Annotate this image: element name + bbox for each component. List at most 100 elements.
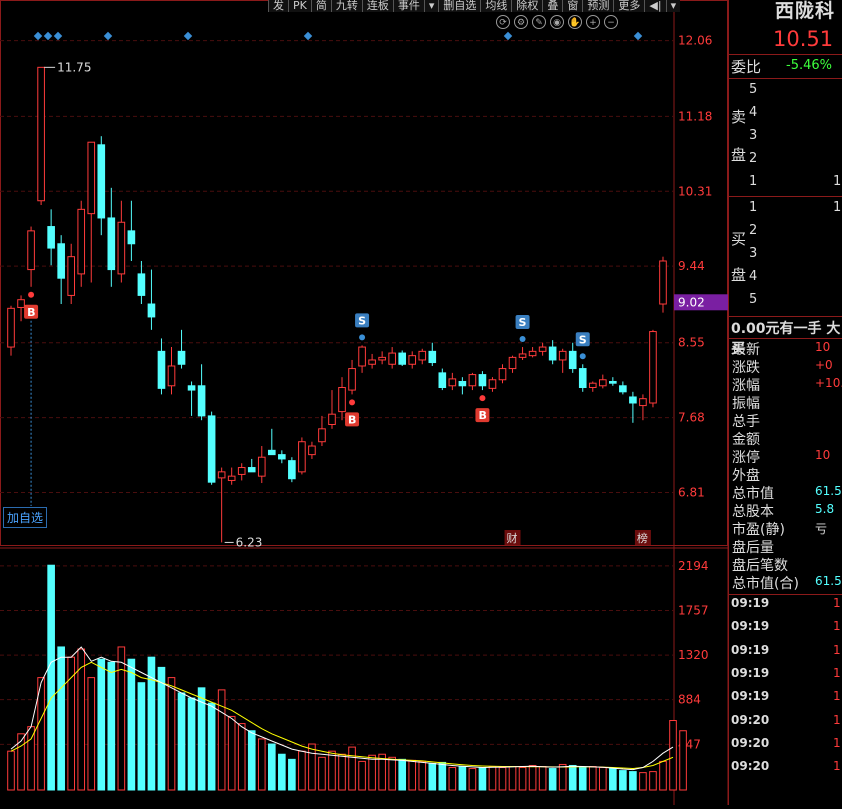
volume-bar-down <box>458 766 467 791</box>
volume-bar-up <box>318 756 326 791</box>
toolbar-button[interactable]: 叠 <box>542 0 563 12</box>
toolbar-button[interactable]: 事件 <box>392 0 424 12</box>
volume-bar-down <box>247 730 256 791</box>
volume-bar-up <box>679 730 687 791</box>
candle-up <box>528 350 537 357</box>
toolbar-button[interactable]: 连板 <box>361 0 393 12</box>
buy-badge-label: B <box>27 306 35 319</box>
kline-chart-area[interactable]: 12.06 11.18 10.31 9.44 8.55 7.68 6.81 9.02 2194 1… <box>0 0 729 805</box>
volume-bar-down <box>187 697 196 791</box>
candle-down <box>267 449 276 456</box>
event-tag-label: 榜 <box>637 531 648 545</box>
eye-icon[interactable]: ◉ <box>550 15 564 29</box>
volume-bar-down <box>157 666 166 791</box>
candle-down <box>247 467 256 473</box>
draw-icon[interactable]: ✎ <box>532 15 546 29</box>
sell-level: 1 <box>749 174 758 189</box>
candle-up <box>117 221 126 275</box>
weibi-label: 委比 <box>731 58 762 76</box>
event-diamond-icon <box>303 31 313 41</box>
price-tick-label: 11.18 <box>678 109 712 123</box>
toolbar-button[interactable]: ▾ <box>423 0 439 12</box>
toolbar-button[interactable]: 除权 <box>511 0 543 12</box>
tick-time: 09:19 <box>731 596 770 610</box>
volume-bar-down <box>609 768 617 791</box>
stat-value: +0 <box>815 358 833 372</box>
candle-up <box>67 256 76 296</box>
toolbar-button[interactable]: 预测 <box>582 0 614 12</box>
minus-icon[interactable]: − <box>604 15 618 29</box>
candle-up <box>318 428 326 443</box>
toolbar-button[interactable]: 简 <box>310 0 331 12</box>
candle-down <box>398 352 407 365</box>
tick-value: 1 <box>833 642 841 657</box>
event-diamond-icon <box>53 31 63 41</box>
volume-bar-up <box>298 750 306 791</box>
volume-bar-up <box>669 720 677 791</box>
toolbar-button[interactable]: 更多 <box>613 0 645 12</box>
toolbar-button[interactable]: ▾ <box>665 0 681 12</box>
current-price-label: 9.02 <box>678 295 705 309</box>
candle-down <box>438 372 447 389</box>
toolbar-button[interactable]: 九转 <box>330 0 362 12</box>
stat-value: 亏 <box>815 522 828 536</box>
candle-up <box>468 374 477 387</box>
sell-volume: 1 <box>833 174 842 189</box>
kline-svg[interactable]: 12.06 11.18 10.31 9.44 8.55 7.68 6.81 9.02 2194 1… <box>0 0 729 805</box>
refresh-icon[interactable]: ⟳ <box>496 15 510 29</box>
divider <box>729 196 842 197</box>
buy-level: 4 <box>749 269 758 284</box>
volume-bar-up <box>328 750 336 791</box>
candle-down <box>107 217 116 271</box>
toolbar-button[interactable]: 发 <box>268 0 288 12</box>
toolbar-button[interactable]: PK <box>288 0 311 12</box>
volume-bar-down <box>127 658 136 791</box>
volume-bar-up <box>408 759 417 791</box>
tick-time: 09:20 <box>731 735 770 750</box>
volume-bar-up <box>659 760 667 791</box>
sell-level: 5 <box>749 82 758 97</box>
event-diamond-icon <box>503 31 513 41</box>
candle-down <box>278 454 286 460</box>
sell-level: 2 <box>749 151 758 166</box>
toolbar-button[interactable]: 均线 <box>480 0 512 12</box>
event-diamond-icon <box>633 31 643 41</box>
settings-icon[interactable]: ⚙ <box>514 15 528 29</box>
tick-time: 09:19 <box>731 619 770 634</box>
buy-dot <box>28 291 35 298</box>
buy-level: 2 <box>749 223 758 238</box>
volume-bar-down <box>438 761 447 791</box>
volume-bar-down <box>57 646 65 791</box>
candle-up <box>348 368 356 391</box>
stat-label: 总市值 <box>732 486 774 502</box>
buy-level: 1 <box>749 200 758 215</box>
volume-bar-up <box>237 723 246 791</box>
candle-up <box>27 230 35 271</box>
kline-frame <box>0 0 728 546</box>
stat-label: 涨停 <box>732 450 760 466</box>
candle-up <box>167 365 176 387</box>
candle-down <box>157 350 166 389</box>
volume-bar-down <box>177 692 186 791</box>
volume-bar-down <box>137 682 146 791</box>
stock-name: 西陇科 <box>775 0 836 22</box>
hand-icon[interactable]: ✋ <box>568 15 582 29</box>
buy-label-char: 盘 <box>731 266 747 284</box>
add-favorite-button[interactable]: 加自选 <box>3 507 48 528</box>
volume-bar-up <box>448 767 457 791</box>
volume-bar-up <box>488 766 497 791</box>
tick-time: 09:20 <box>731 759 770 774</box>
tick-value: 1 <box>833 759 841 774</box>
candle-up <box>77 208 86 275</box>
toolbar-button[interactable]: 删自选 <box>438 0 481 12</box>
plus-icon[interactable]: + <box>586 15 600 29</box>
toolbar-button[interactable]: 窗 <box>562 0 583 12</box>
sell-level: 3 <box>749 128 758 143</box>
sell-dot <box>519 336 526 343</box>
sell-level: 4 <box>749 105 758 120</box>
stat-value: 61.5 <box>815 574 842 588</box>
stat-value: 10 <box>815 448 831 462</box>
toolbar-button[interactable]: ◀| <box>644 0 666 12</box>
volume-bar-down <box>578 767 587 791</box>
candle-up <box>87 141 96 215</box>
